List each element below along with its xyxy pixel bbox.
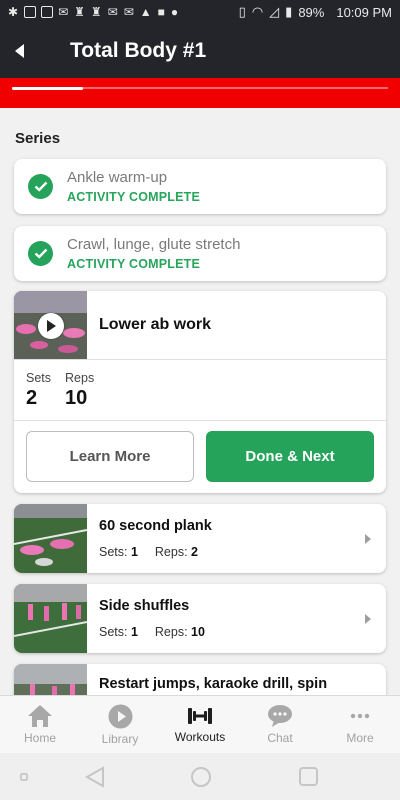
vibrate-icon: ▯ bbox=[238, 4, 246, 19]
more-dots-icon bbox=[350, 713, 370, 719]
sets-value: 1 bbox=[130, 625, 138, 639]
exercise-title: Restart jumps, karaoke drill, spin bbox=[99, 676, 328, 692]
learn-more-button[interactable]: Learn More bbox=[26, 431, 194, 482]
gallery-icon bbox=[24, 6, 37, 18]
home-circle-icon[interactable] bbox=[190, 766, 212, 788]
activity-status: ACTIVITY COMPLETE bbox=[67, 257, 201, 271]
nav-library[interactable]: Library bbox=[80, 696, 160, 753]
video-thumbnail[interactable] bbox=[14, 291, 87, 359]
activity-status: ACTIVITY COMPLETE bbox=[67, 190, 201, 204]
check-circle-icon bbox=[28, 241, 53, 266]
page-title: Total Body #1 bbox=[70, 39, 207, 62]
video-icon: ■ bbox=[157, 5, 166, 19]
gmail-icon: ✉ bbox=[107, 5, 119, 19]
warning-icon: ▲ bbox=[139, 5, 153, 19]
activity-title: Lower ab work bbox=[99, 316, 212, 333]
back-button[interactable] bbox=[2, 24, 38, 78]
mail-icon: ✉ bbox=[58, 5, 70, 19]
sets-label: Sets: bbox=[99, 545, 128, 559]
reps-stat: Reps 10 bbox=[65, 371, 94, 420]
lock-icon bbox=[41, 6, 54, 18]
bottom-navigation: Home Library Workouts Chat More bbox=[0, 695, 400, 753]
sets-stat: Sets 2 bbox=[26, 371, 51, 420]
sets-label: Sets: bbox=[99, 625, 128, 639]
system-navigation-bar bbox=[0, 753, 400, 800]
nav-workouts[interactable]: Workouts bbox=[160, 696, 240, 753]
back-arrow-icon bbox=[15, 44, 24, 58]
reps-value: 2 bbox=[191, 545, 198, 559]
nav-label: More bbox=[346, 731, 374, 745]
overview-square-icon[interactable] bbox=[298, 766, 319, 787]
sets-label: Sets bbox=[26, 371, 52, 385]
progress-fill bbox=[12, 86, 84, 90]
exercise-card[interactable]: 60 second plank Sets: 1 Reps: 2 bbox=[14, 504, 386, 573]
nav-label: Workouts bbox=[174, 730, 226, 744]
sets-value: 1 bbox=[130, 545, 138, 559]
progress-strip bbox=[0, 78, 400, 108]
completed-activity-card[interactable]: Crawl, lunge, glute stretch ACTIVITY COM… bbox=[14, 226, 386, 281]
sets-value: 2 bbox=[26, 387, 38, 409]
status-bar: ✱ ✉ ♜ ♜ ✉ ✉ ▲ ■ ● ▯ ◠ ◿ ▮ 89% 10:09 PM bbox=[0, 0, 400, 24]
check-circle-icon bbox=[28, 174, 53, 199]
nav-label: Chat bbox=[267, 731, 293, 745]
app-bar: Total Body #1 bbox=[0, 24, 400, 78]
nav-more[interactable]: More bbox=[320, 696, 400, 753]
exercise-meta: Sets: 1 Reps: 10 bbox=[99, 625, 358, 639]
battery-percent: 89% bbox=[298, 4, 325, 20]
exercise-title: 60 second plank bbox=[99, 518, 212, 534]
chevron-right-icon bbox=[358, 584, 378, 653]
dumbbell-icon bbox=[188, 708, 212, 724]
chat-bubble-icon bbox=[268, 705, 292, 727]
progress-track bbox=[12, 86, 388, 90]
reps-value: 10 bbox=[191, 625, 205, 639]
exercise-meta: Sets: 1 Reps: 2 bbox=[99, 545, 358, 559]
exercise-thumbnail bbox=[14, 584, 87, 653]
reps-label: Reps: bbox=[154, 545, 188, 559]
activity-title: Ankle warm-up bbox=[67, 169, 168, 186]
reps-label: Reps bbox=[65, 371, 95, 385]
exercise-thumbnail bbox=[14, 504, 87, 573]
nav-home[interactable]: Home bbox=[0, 696, 80, 753]
notification-icons: ✱ ✉ ♜ ♜ ✉ ✉ ▲ ■ ● bbox=[8, 5, 179, 19]
current-activity-card: Lower ab work Sets 2 Reps 10 Learn More … bbox=[14, 291, 386, 493]
nav-chat[interactable]: Chat bbox=[240, 696, 320, 753]
gmail-icon: ✉ bbox=[123, 5, 135, 19]
back-triangle-icon[interactable] bbox=[85, 766, 105, 788]
exercise-card[interactable]: Side shuffles Sets: 1 Reps: 10 bbox=[14, 584, 386, 653]
recents-dot-icon[interactable] bbox=[20, 773, 28, 781]
skype-icon: ● bbox=[170, 5, 180, 19]
nav-label: Library bbox=[101, 731, 139, 746]
battery-icon: ▮ bbox=[285, 4, 293, 19]
slack-icon: ✱ bbox=[8, 5, 20, 19]
done-next-button[interactable]: Done & Next bbox=[206, 431, 374, 482]
chess-icon: ♜ bbox=[90, 5, 103, 19]
section-label: Series bbox=[15, 130, 61, 147]
chess-icon: ♜ bbox=[74, 5, 86, 19]
home-icon bbox=[28, 705, 52, 727]
stats-row: Sets 2 Reps 10 bbox=[14, 360, 386, 421]
play-button[interactable] bbox=[38, 313, 64, 339]
exercise-title: Side shuffles bbox=[99, 598, 190, 614]
completed-activity-card[interactable]: Ankle warm-up ACTIVITY COMPLETE bbox=[14, 159, 386, 214]
nav-label: Home bbox=[23, 731, 56, 745]
chevron-right-icon bbox=[358, 504, 378, 573]
play-icon bbox=[47, 320, 56, 332]
signal-icon: ◿ bbox=[269, 4, 280, 19]
wifi-icon: ◠ bbox=[251, 4, 264, 19]
activity-title: Crawl, lunge, glute stretch bbox=[67, 236, 241, 253]
reps-value: 10 bbox=[65, 387, 88, 409]
play-circle-icon bbox=[108, 704, 132, 728]
clock: 10:09 PM bbox=[336, 4, 392, 20]
reps-label: Reps: bbox=[154, 625, 188, 639]
